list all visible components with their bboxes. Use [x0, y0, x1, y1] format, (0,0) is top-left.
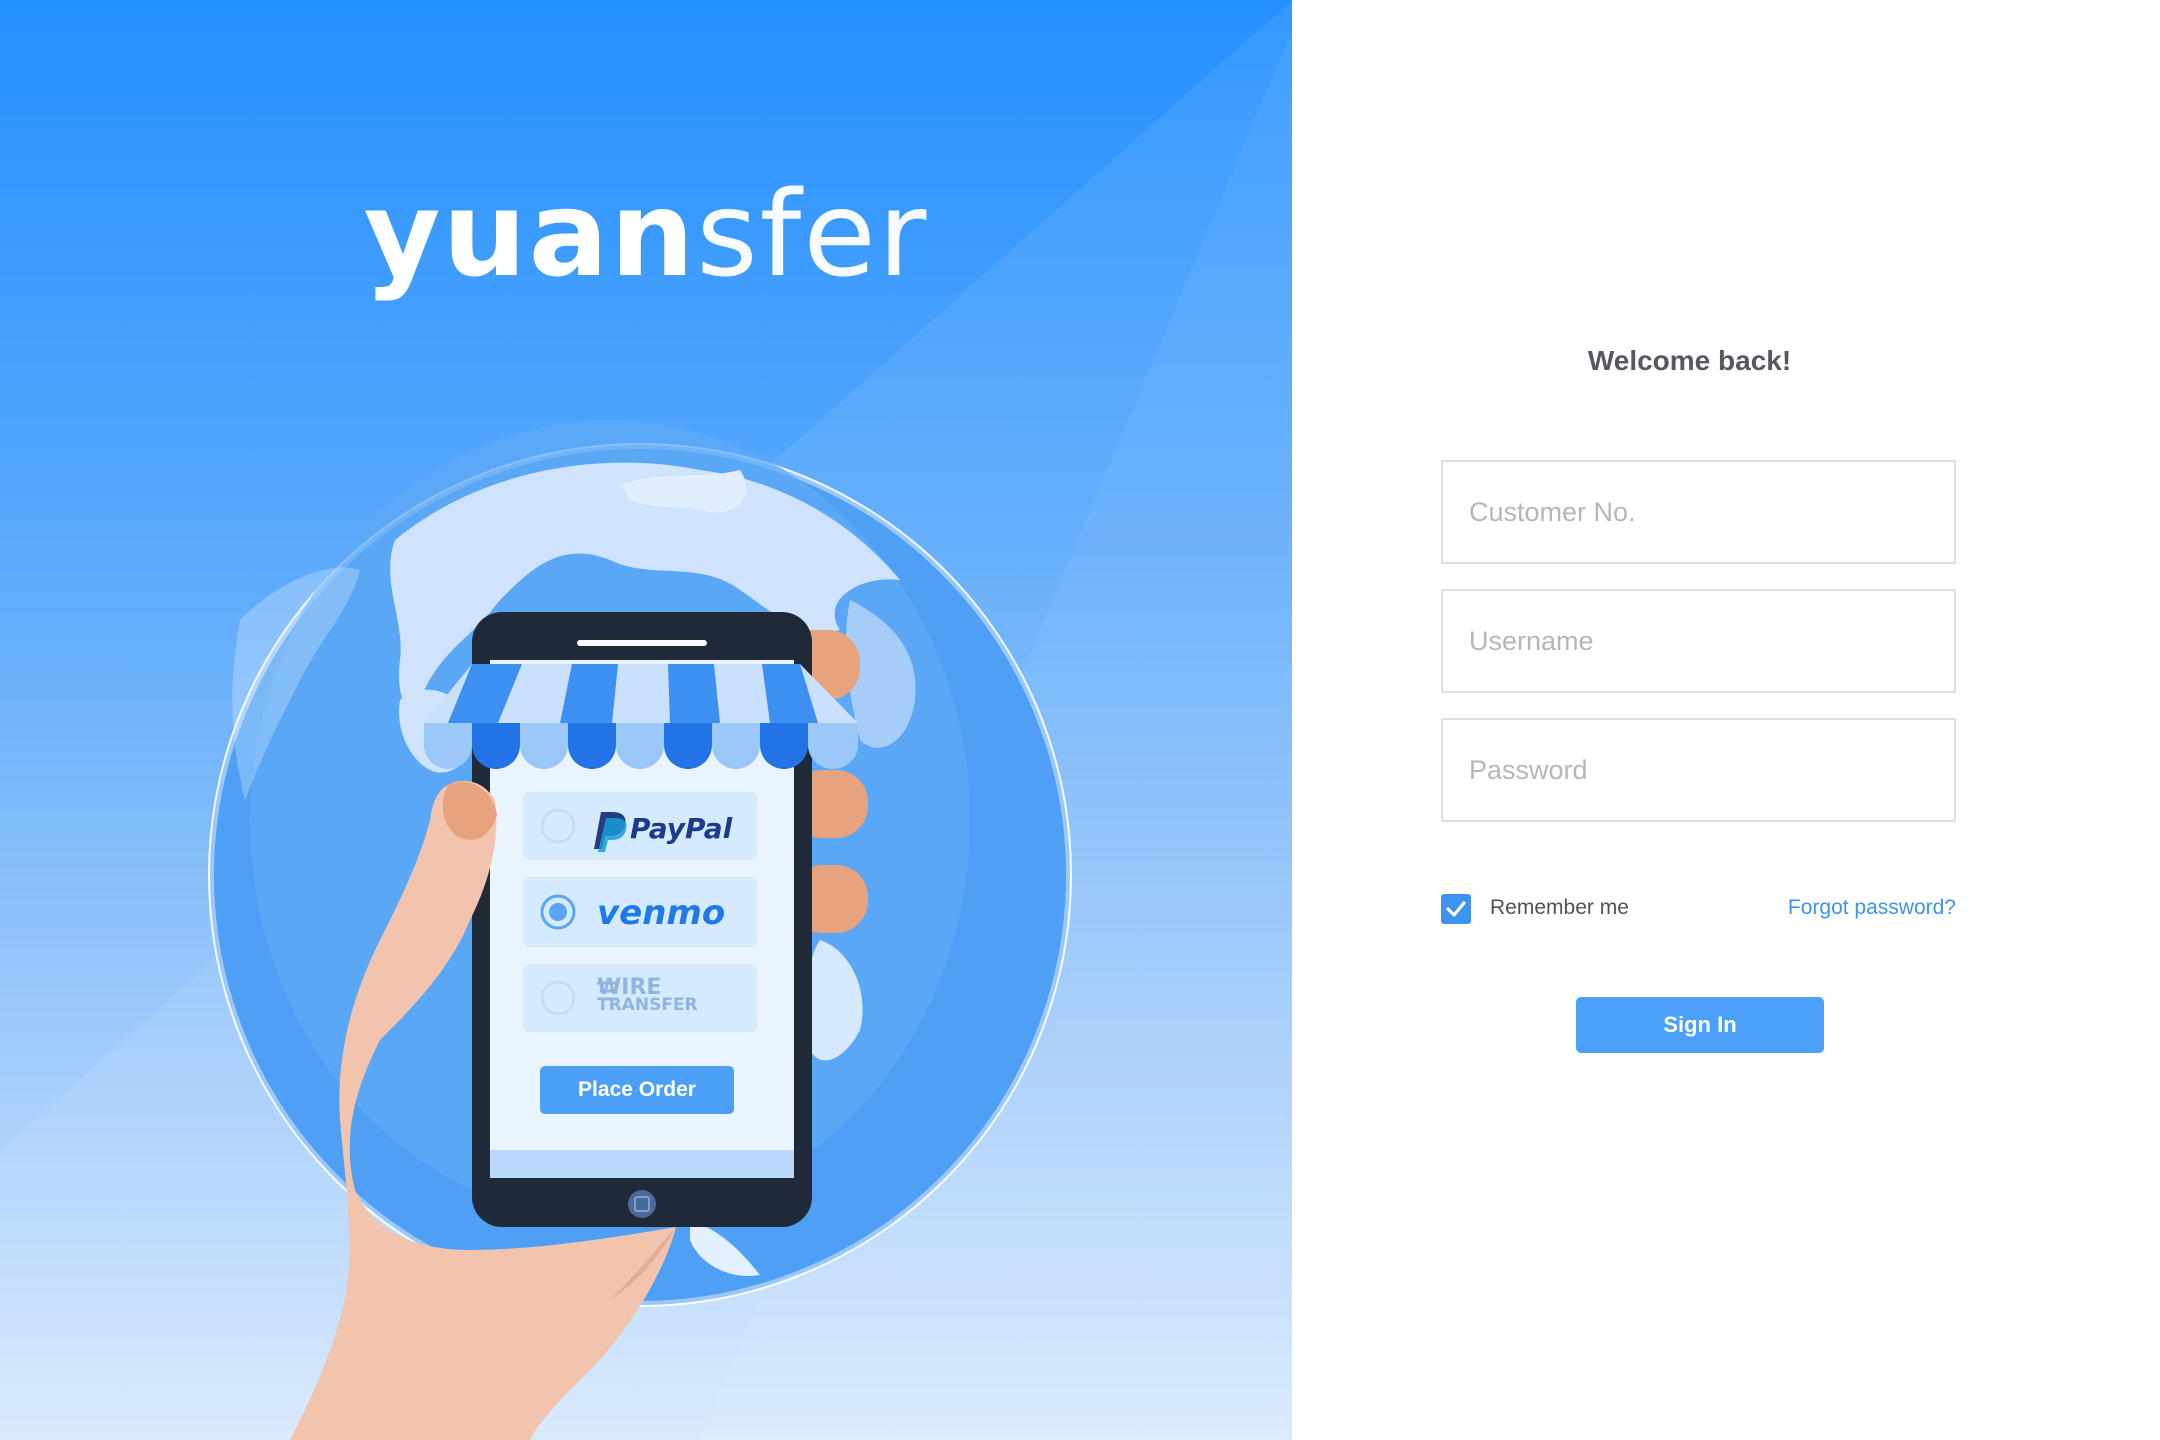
checkmark-icon [1446, 901, 1466, 917]
wire-transfer-option-label: WIRE TRANSFER [597, 977, 698, 1015]
remember-me-label[interactable]: Remember me [1490, 896, 1629, 920]
venmo-option-label: venmo [597, 893, 726, 933]
customer-no-input[interactable] [1441, 460, 1956, 564]
login-panel: Welcome back! Remember me Forgot passwor… [1292, 0, 2160, 1440]
wire-label-line2: TRANSFER [597, 994, 698, 1015]
password-input[interactable] [1441, 718, 1956, 822]
welcome-heading: Welcome back! [1587, 345, 1792, 376]
remember-me-checkbox[interactable] [1441, 894, 1471, 924]
phone-globe-illustration [208, 420, 1072, 1440]
forgot-password-link[interactable]: Forgot password? [1788, 896, 1956, 920]
username-input[interactable] [1441, 589, 1956, 693]
paypal-option-label: PayPal [630, 812, 733, 845]
sign-in-button[interactable]: Sign In [1576, 997, 1824, 1053]
hero-panel: yuansfer PayPal venmo WIRE TRANSFER Plac… [0, 0, 1292, 1440]
shop-awning-icon [424, 664, 858, 769]
place-order-button: Place Order [540, 1066, 734, 1114]
